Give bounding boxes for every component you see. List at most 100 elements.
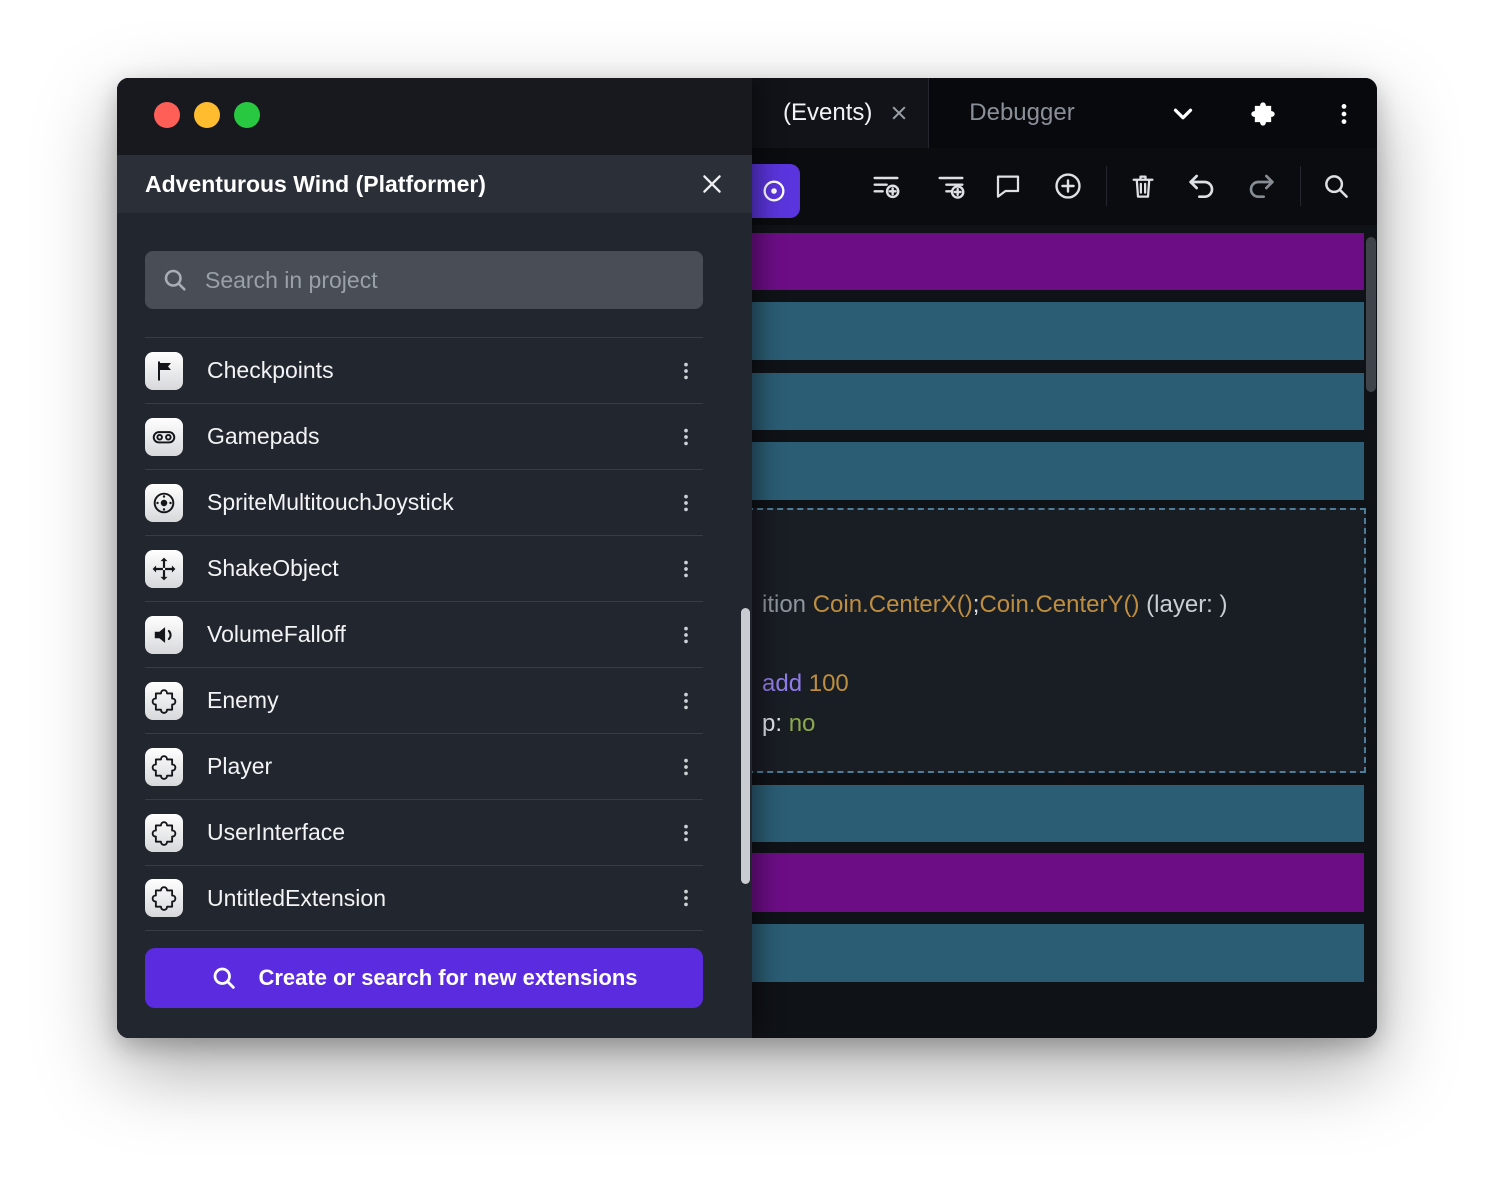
tab-events-label: (Events) (783, 99, 872, 127)
event-row[interactable] (737, 233, 1364, 290)
extension-menu-button[interactable] (669, 483, 703, 523)
extension-item-volumefalloff[interactable]: VolumeFalloff (145, 601, 703, 667)
drawer-scrollbar[interactable] (741, 608, 750, 884)
kebab-menu-icon (675, 822, 697, 844)
extension-menu-button[interactable] (669, 813, 703, 853)
event-row[interactable] (737, 373, 1364, 430)
search-icon (1321, 171, 1351, 201)
event-row[interactable] (737, 785, 1364, 842)
action-text: ition (762, 591, 813, 618)
kebab-menu-icon (675, 558, 697, 580)
joystick-icon (145, 484, 183, 522)
plus-circle-icon (1052, 170, 1084, 202)
extension-item-shakeobject[interactable]: ShakeObject (145, 535, 703, 601)
zoom-window-button[interactable] (234, 102, 260, 128)
close-window-button[interactable] (154, 102, 180, 128)
minimize-window-button[interactable] (194, 102, 220, 128)
event-action-line: add 100 (762, 670, 849, 698)
extension-item-untitledextension[interactable]: UntitledExtension (145, 865, 703, 931)
add-event-icon (760, 177, 788, 205)
redo-button[interactable] (1237, 160, 1285, 212)
close-drawer-button[interactable] (696, 168, 728, 200)
extension-label: SpriteMultitouchJoystick (207, 489, 645, 516)
extension-menu-button[interactable] (669, 681, 703, 721)
extension-label: UntitledExtension (207, 885, 645, 912)
toolbar-divider (1106, 166, 1107, 206)
search-events-button[interactable] (1312, 160, 1360, 212)
search-icon (161, 266, 189, 294)
add-subevent-indent-icon (935, 170, 967, 202)
event-action-line: p: no (762, 710, 815, 738)
tab-close-button[interactable] (888, 102, 910, 124)
extension-item-userinterface[interactable]: UserInterface (145, 799, 703, 865)
comment-icon (993, 171, 1023, 201)
create-extension-label: Create or search for new extensions (258, 965, 637, 991)
extension-menu-button[interactable] (669, 878, 703, 918)
search-icon (210, 964, 238, 992)
extension-menu-button[interactable] (669, 417, 703, 457)
undo-button[interactable] (1178, 160, 1226, 212)
drawer-header: Adventurous Wind (Platformer) (117, 155, 752, 213)
param-value: no (789, 710, 816, 737)
extension-item-sprite-multitouch-joystick[interactable]: SpriteMultitouchJoystick (145, 469, 703, 535)
extension-label: VolumeFalloff (207, 621, 645, 648)
add-comment-button[interactable] (984, 160, 1032, 212)
tabs-dropdown-button[interactable] (1159, 90, 1207, 138)
extension-menu-button[interactable] (669, 351, 703, 391)
extension-item-checkpoints[interactable]: Checkpoints (145, 337, 703, 403)
extension-item-player[interactable]: Player (145, 733, 703, 799)
layer-param: (layer: ) (1140, 591, 1228, 618)
add-other-event-button[interactable] (1044, 160, 1092, 212)
create-extension-button[interactable]: Create or search for new extensions (145, 948, 703, 1008)
search-input[interactable] (205, 267, 687, 294)
tab-debugger[interactable]: Debugger (937, 78, 1107, 148)
extension-label: ShakeObject (207, 555, 645, 582)
trash-icon (1128, 171, 1158, 201)
event-row[interactable] (737, 302, 1364, 360)
event-row[interactable] (737, 853, 1364, 912)
event-row[interactable] (737, 924, 1364, 982)
puzzle-icon (145, 748, 183, 786)
app-window: (Events) Debugger (117, 78, 1377, 1038)
tab-debugger-label: Debugger (969, 99, 1074, 127)
undo-icon (1186, 170, 1218, 202)
tab-events[interactable]: (Events) (737, 78, 929, 148)
extension-item-gamepads[interactable]: Gamepads (145, 403, 703, 469)
kebab-menu-icon (675, 426, 697, 448)
extension-menu-button[interactable] (669, 747, 703, 787)
flag-icon (145, 352, 183, 390)
extension-menu-button[interactable] (669, 549, 703, 589)
events-scrollbar[interactable] (1366, 237, 1376, 392)
puzzle-icon (145, 879, 183, 917)
close-icon (699, 171, 725, 197)
chevron-down-icon (1168, 99, 1198, 129)
extension-label: UserInterface (207, 819, 645, 846)
kebab-menu-icon (675, 624, 697, 646)
window-titlebar (117, 78, 752, 155)
extension-label: Checkpoints (207, 357, 645, 384)
toolbar-divider (1300, 166, 1301, 206)
selected-event-block[interactable]: ition Coin.CenterX();Coin.CenterY() (lay… (737, 508, 1366, 773)
event-row[interactable] (737, 442, 1364, 500)
delete-button[interactable] (1119, 160, 1167, 212)
kebab-menu-icon (1331, 101, 1357, 127)
gamepad-icon (145, 418, 183, 456)
extension-menu-button[interactable] (669, 615, 703, 655)
add-subevent-button[interactable] (862, 160, 910, 212)
extensions-button[interactable] (1239, 90, 1287, 138)
extensions-list: Checkpoints Gamepads SpriteMultitouchJ (145, 337, 703, 931)
value: 100 (809, 670, 849, 697)
kebab-menu-icon (675, 360, 697, 382)
puzzle-icon (145, 682, 183, 720)
project-manager-drawer: Adventurous Wind (Platformer) Checkpoint… (117, 78, 752, 1038)
move-arrows-icon (145, 550, 183, 588)
param-label: p: (762, 710, 782, 737)
extension-item-enemy[interactable]: Enemy (145, 667, 703, 733)
kebab-menu-icon (675, 690, 697, 712)
window-menu-button[interactable] (1320, 90, 1368, 138)
add-sub-condition-button[interactable] (927, 160, 975, 212)
speaker-icon (145, 616, 183, 654)
kebab-menu-icon (675, 887, 697, 909)
extension-label: Enemy (207, 687, 645, 714)
puzzle-icon (145, 814, 183, 852)
